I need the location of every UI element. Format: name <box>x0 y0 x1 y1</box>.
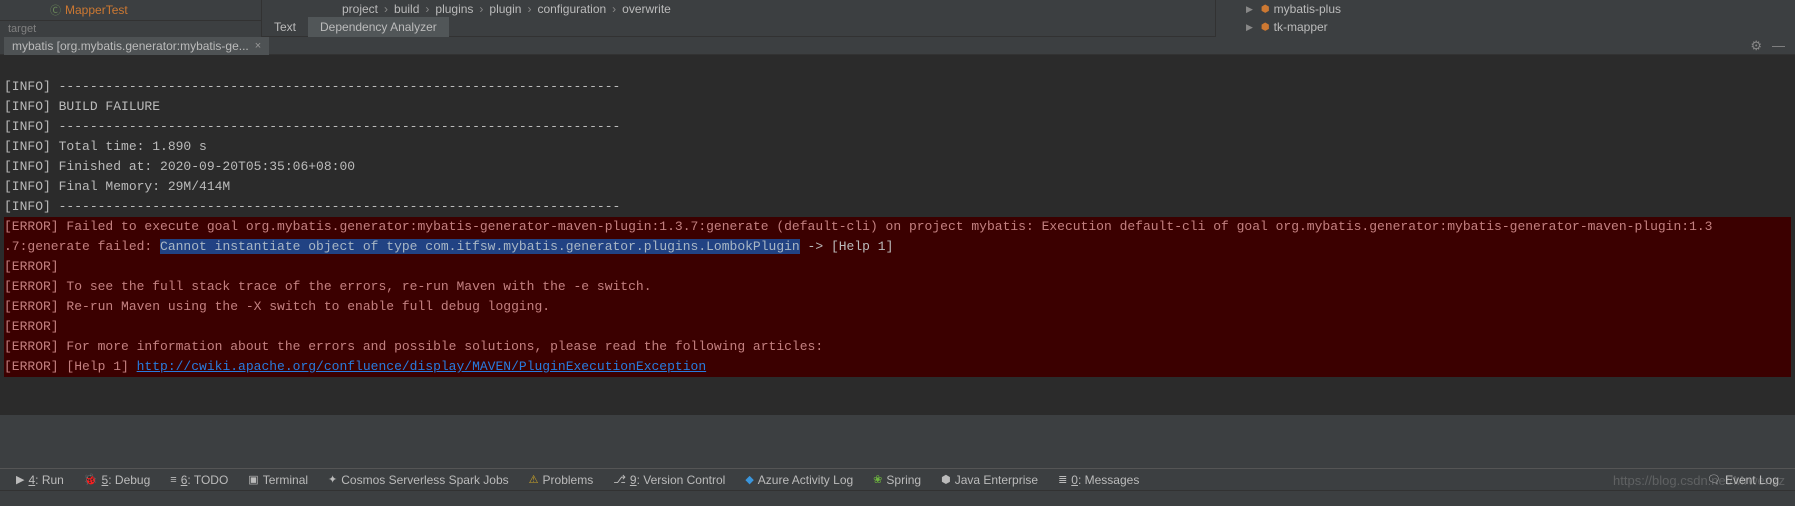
tool-terminal[interactable]: ▣Terminal <box>238 473 318 487</box>
module-icon: ⬢ <box>1261 4 1270 15</box>
maven-item-tk-mapper[interactable]: ▶ ⬢ tk-mapper <box>1216 18 1795 36</box>
console-error-line: [ERROR] Failed to execute goal org.mybat… <box>4 217 1791 237</box>
chevron-right-icon: › <box>527 2 531 16</box>
minimize-icon[interactable]: — <box>1772 38 1785 54</box>
tree-item-mappertest[interactable]: Ⓒ MapperTest <box>0 0 261 20</box>
bug-icon: 🐞 <box>84 473 98 486</box>
crumb[interactable]: build <box>394 2 419 16</box>
run-tab-bar: mybatis [org.mybatis.generator:mybatis-g… <box>0 37 1795 55</box>
console-error-line: [ERROR] <box>4 257 1791 277</box>
azure-icon: ◆ <box>745 473 753 486</box>
run-config-tab[interactable]: mybatis [org.mybatis.generator:mybatis-g… <box>4 37 269 55</box>
tool-messages[interactable]: ≣0: Messages <box>1048 473 1149 487</box>
tool-debug[interactable]: 🐞5: Debug <box>74 473 160 487</box>
crumb[interactable]: plugin <box>489 2 521 16</box>
crumb[interactable]: plugins <box>435 2 473 16</box>
selected-text: Cannot instantiate object of type com.it… <box>160 239 800 254</box>
gear-icon[interactable]: ⚙ <box>1750 38 1762 54</box>
tool-version-control[interactable]: ⎇9: Version Control <box>603 473 735 487</box>
console-line: [INFO] ---------------------------------… <box>4 199 620 214</box>
tree-item-target[interactable]: target <box>0 20 261 37</box>
warning-icon: ⚠ <box>529 473 539 486</box>
balloon-icon: 🗨 <box>1707 473 1721 486</box>
console-output[interactable]: [INFO] ---------------------------------… <box>0 55 1795 415</box>
tool-cosmos[interactable]: ✦Cosmos Serverless Spark Jobs <box>318 473 519 487</box>
console-error-line: [ERROR] [Help 1] http://cwiki.apache.org… <box>4 357 1791 377</box>
status-bar <box>0 490 1795 506</box>
triangle-right-icon: ▶ <box>1246 22 1253 33</box>
console-error-line: [ERROR] Re-run Maven using the -X switch… <box>4 297 1791 317</box>
class-icon: Ⓒ <box>50 2 61 18</box>
maven-item-label: tk-mapper <box>1274 20 1328 34</box>
console-line: [INFO] ---------------------------------… <box>4 79 620 94</box>
java-ee-icon: ⬢ <box>941 473 951 486</box>
play-icon: ▶ <box>16 473 24 486</box>
tool-window-bar: ▶4: Run 🐞5: Debug ≡6: TODO ▣Terminal ✦Co… <box>0 468 1795 490</box>
terminal-icon: ▣ <box>248 473 258 486</box>
console-line: [INFO] BUILD FAILURE <box>4 99 160 114</box>
tool-azure[interactable]: ◆Azure Activity Log <box>735 473 863 487</box>
chevron-right-icon: › <box>479 2 483 16</box>
chevron-right-icon: › <box>384 2 388 16</box>
tool-problems[interactable]: ⚠Problems <box>519 473 604 487</box>
tab-dependency-analyzer[interactable]: Dependency Analyzer <box>308 17 449 37</box>
breadcrumb: project › build › plugins › plugin › configu… <box>262 0 1215 17</box>
console-error-line: [ERROR] <box>4 317 1791 337</box>
crumb[interactable]: project <box>342 2 378 16</box>
run-config-label: mybatis [org.mybatis.generator:mybatis-g… <box>12 39 249 53</box>
console-line: [INFO] Final Memory: 29M/414M <box>4 179 230 194</box>
console-error-line: [ERROR] To see the full stack trace of t… <box>4 277 1791 297</box>
maven-item-mybatis-plus[interactable]: ▶ ⬢ mybatis-plus <box>1216 0 1795 18</box>
tool-todo[interactable]: ≡6: TODO <box>160 473 238 487</box>
console-line: [INFO] ---------------------------------… <box>4 119 620 134</box>
tool-event-log[interactable]: 🗨Event Log <box>1697 473 1789 487</box>
list-icon: ≡ <box>170 474 176 486</box>
crumb[interactable]: overwrite <box>622 2 671 16</box>
chevron-right-icon: › <box>612 2 616 16</box>
console-error-line: [ERROR] For more information about the e… <box>4 337 1791 357</box>
crumb[interactable]: configuration <box>537 2 606 16</box>
spark-icon: ✦ <box>328 473 337 486</box>
console-error-line: .7:generate failed: Cannot instantiate o… <box>4 237 1791 257</box>
tool-run[interactable]: ▶4: Run <box>6 473 74 487</box>
chevron-right-icon: › <box>425 2 429 16</box>
module-icon: ⬢ <box>1261 22 1270 33</box>
console-line: [INFO] Total time: 1.890 s <box>4 139 207 154</box>
messages-icon: ≣ <box>1058 473 1067 486</box>
project-tree[interactable]: Ⓒ MapperTest target <box>0 0 262 37</box>
tab-text[interactable]: Text <box>262 17 308 37</box>
help-link[interactable]: http://cwiki.apache.org/confluence/displ… <box>137 359 707 374</box>
spring-icon: ❀ <box>873 473 882 486</box>
branch-icon: ⎇ <box>613 473 626 486</box>
tool-spring[interactable]: ❀Spring <box>863 473 931 487</box>
close-icon[interactable]: × <box>255 40 261 52</box>
console-line: [INFO] Finished at: 2020-09-20T05:35:06+… <box>4 159 355 174</box>
maven-item-label: mybatis-plus <box>1274 2 1341 16</box>
tree-item-label: MapperTest <box>65 3 128 17</box>
tool-java-enterprise[interactable]: ⬢Java Enterprise <box>931 473 1048 487</box>
triangle-right-icon: ▶ <box>1246 4 1253 15</box>
maven-tree[interactable]: ▶ ⬢ mybatis-plus ▶ ⬢ tk-mapper <box>1215 0 1795 37</box>
